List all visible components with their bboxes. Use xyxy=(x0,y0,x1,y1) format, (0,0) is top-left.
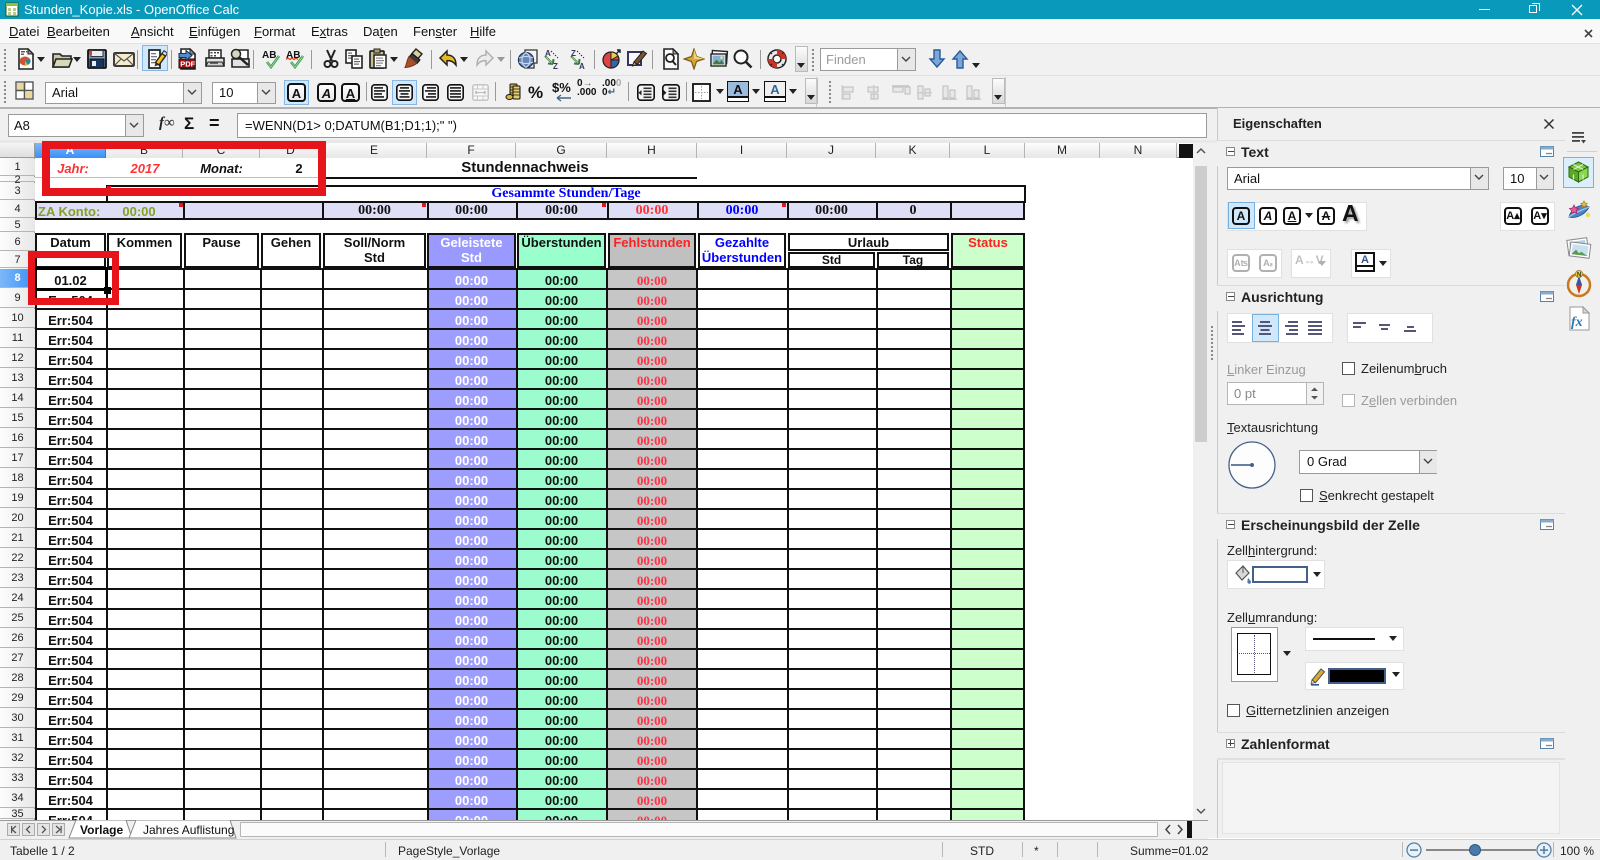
svg-text:PDF: PDF xyxy=(180,60,195,69)
svg-text:AB: AB xyxy=(286,50,300,61)
svg-text:AB: AB xyxy=(262,50,276,61)
svg-text:N: N xyxy=(1577,273,1581,279)
svg-text:fx: fx xyxy=(1571,315,1583,330)
